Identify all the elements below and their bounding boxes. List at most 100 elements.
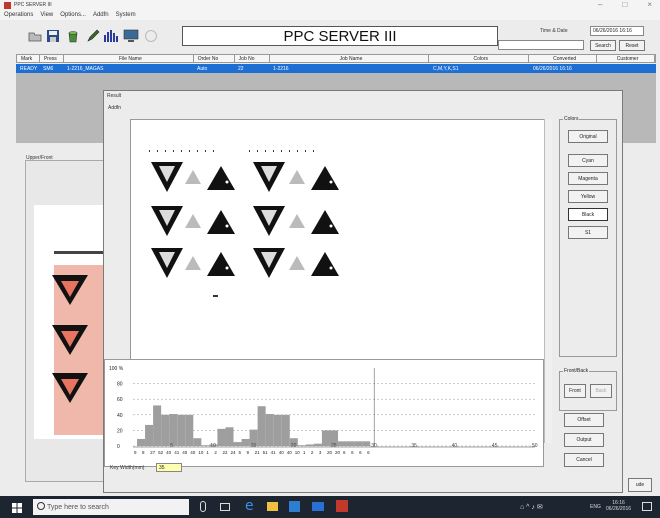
color-cyan-button[interactable]: Cyan — [568, 154, 608, 167]
cell-file-name: 1-2216_MAGAS — [67, 65, 104, 72]
notification-icon[interactable] — [642, 502, 652, 511]
color-black-button[interactable]: Black — [568, 208, 608, 221]
clock-date: 06/26/2016 — [606, 506, 632, 512]
plate-image — [149, 150, 339, 297]
menu-options[interactable]: Options... — [60, 12, 86, 18]
histogram-value-label: 6 — [359, 450, 362, 455]
cell-press: SM6 — [43, 65, 54, 72]
histogram-xtick: 35 — [411, 443, 417, 449]
histogram-bar — [201, 445, 210, 446]
colors-group: Colors Original Cyan Magenta Yellow Blac… — [559, 116, 617, 357]
cell-order-no: Auto — [197, 65, 208, 72]
include-button[interactable]: ude — [628, 478, 652, 492]
search-icon — [37, 502, 45, 510]
window-title: PPC SERVER III — [14, 2, 52, 8]
maximize-button[interactable]: □ — [622, 0, 627, 9]
front-back-group: Front/Back Front Back — [559, 368, 617, 411]
language-indicator[interactable]: ENG — [590, 504, 601, 510]
histogram-bar — [281, 414, 290, 446]
cell-job-name: 1-2216 — [273, 65, 289, 72]
histogram-value-label: 40 — [279, 450, 285, 455]
histogram-value-label: 41 — [174, 450, 180, 455]
cell-converted: 06/26/2016 16:16 — [533, 65, 572, 72]
monitor-icon[interactable] — [122, 27, 140, 45]
bucket-icon[interactable] — [64, 27, 82, 45]
histogram-xtick: 25 — [331, 443, 337, 449]
color-magenta-button[interactable]: Magenta — [568, 172, 608, 185]
color-s1-button[interactable]: S1 — [568, 226, 608, 239]
colors-group-label: Colors — [563, 116, 580, 122]
histogram-xtick: 5 — [170, 443, 173, 449]
menu-operations[interactable]: Operations — [4, 12, 33, 18]
histogram-value-label: 21 — [255, 450, 261, 455]
histogram-bar — [153, 405, 162, 446]
histogram-value-label: 24 — [230, 450, 236, 455]
histogram-bar — [145, 424, 154, 446]
disabled-icon[interactable] — [142, 27, 160, 45]
reset-button[interactable]: Reset — [619, 40, 645, 51]
col-press[interactable]: Press — [40, 55, 64, 62]
mail-icon[interactable] — [312, 502, 324, 511]
histogram-bar — [217, 428, 226, 446]
edge-browser-icon[interactable]: e — [245, 499, 257, 513]
col-mark[interactable]: Mark — [17, 55, 40, 62]
save-icon[interactable] — [44, 27, 62, 45]
table-row[interactable]: READY SM6 1-2216_MAGAS Auto 22 1-2216 C,… — [16, 64, 656, 73]
offset-button[interactable]: Offset — [564, 413, 604, 427]
menu-addfn[interactable]: Addfn — [93, 12, 109, 18]
col-order-no[interactable]: Order No — [194, 55, 235, 62]
time-date-field[interactable]: 06/26/2016 16:16 — [590, 26, 644, 36]
histogram-xtick: 40 — [452, 443, 458, 449]
col-converted[interactable]: Converted — [529, 55, 598, 62]
chart-icon[interactable] — [102, 27, 120, 45]
histogram-value-label: 2 — [311, 450, 314, 455]
col-job-name[interactable]: Job Name — [270, 55, 430, 62]
cancel-button[interactable]: Cancel — [564, 453, 604, 467]
menu-system[interactable]: System — [116, 12, 136, 18]
histogram-value-label: 40 — [287, 450, 293, 455]
search-button[interactable]: Search — [590, 40, 616, 51]
histogram-value-label: 41 — [271, 450, 277, 455]
search-field[interactable] — [498, 40, 584, 50]
histogram-ytick: 80 — [117, 382, 123, 388]
histogram-xtick: 10 — [210, 443, 216, 449]
close-button[interactable]: × — [647, 0, 652, 9]
ppc-server-taskbar-icon[interactable] — [336, 500, 348, 512]
front-button[interactable]: Front — [564, 384, 586, 398]
minimize-button[interactable]: – — [598, 0, 602, 9]
col-file-name[interactable]: File Name — [64, 55, 194, 62]
key-width-field[interactable]: 35 — [156, 463, 182, 472]
col-customer[interactable]: Customer — [597, 55, 655, 62]
tray-icons[interactable]: ⌂ ^ ♪ ✉ — [520, 503, 543, 511]
col-colors[interactable]: Colors — [429, 55, 530, 62]
color-yellow-button[interactable]: Yellow — [568, 190, 608, 203]
output-button[interactable]: Output — [564, 433, 604, 447]
server-title-display: PPC SERVER III — [182, 26, 498, 46]
pen-icon[interactable] — [84, 27, 102, 45]
taskbar-search-input[interactable]: Type here to search — [33, 499, 189, 515]
histogram-bar — [241, 438, 250, 446]
menu-view[interactable]: View — [40, 12, 53, 18]
histogram-xtick: 50 — [532, 443, 538, 449]
time-date-label: Time & Date — [540, 28, 568, 34]
windows-start-icon[interactable] — [12, 503, 24, 515]
histogram-ytick: 40 — [117, 413, 123, 419]
color-original-button[interactable]: Original — [568, 130, 608, 143]
file-explorer-icon[interactable] — [267, 502, 278, 511]
store-icon[interactable] — [289, 501, 300, 512]
clock[interactable]: 16:16 06/26/2016 — [606, 500, 631, 512]
col-job-no[interactable]: Job No — [235, 55, 270, 62]
histogram-value-label: 3 — [319, 450, 322, 455]
histogram-bar — [169, 414, 178, 446]
result-dialog: Result Addfn Colors Original Cyan Magent… — [103, 90, 623, 493]
histogram-value-label: 2 — [214, 450, 217, 455]
cell-job-no: 22 — [238, 65, 244, 72]
preview-scrollbar[interactable] — [544, 119, 552, 443]
folder-icon[interactable] — [26, 27, 44, 45]
histogram-xtick: 30 — [371, 443, 377, 449]
back-button[interactable]: Back — [590, 384, 612, 398]
dialog-menu-addfn[interactable]: Addfn — [108, 105, 121, 111]
task-view-icon[interactable] — [220, 503, 230, 511]
histogram-value-label: 6 — [343, 450, 346, 455]
microphone-icon[interactable] — [200, 501, 206, 512]
